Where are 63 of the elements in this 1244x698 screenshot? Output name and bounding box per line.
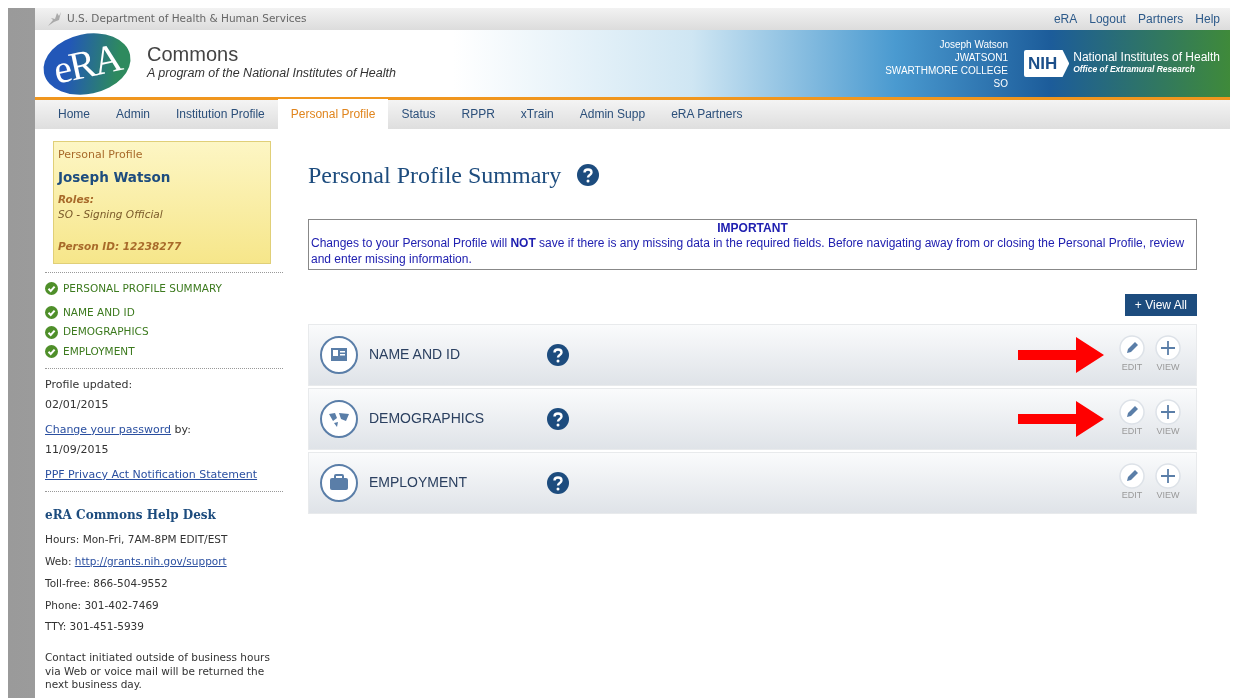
password-link[interactable]: Change your password bbox=[45, 422, 172, 436]
pencil-icon bbox=[1119, 398, 1145, 425]
pencil-icon bbox=[1119, 462, 1145, 489]
eagle-icon bbox=[45, 10, 63, 29]
user-info: JWATSON1 bbox=[953, 50, 1008, 64]
privacy-link[interactable]: PPF Privacy Act Notification Statement bbox=[45, 466, 258, 484]
nav-tab[interactable]: xTrain bbox=[507, 98, 567, 129]
header-link[interactable]: Help bbox=[1195, 12, 1220, 27]
nih-logo: NIH bbox=[1023, 49, 1070, 78]
user-name: Joseph Watson bbox=[58, 168, 172, 188]
notice-heading: IMPORTANT bbox=[716, 220, 789, 237]
sidebar-link[interactable]: DEMOGRAPHICS bbox=[63, 324, 149, 341]
plus-icon bbox=[1155, 398, 1181, 425]
sidebar-link[interactable]: EMPLOYMENT bbox=[63, 344, 135, 360]
briefcase-icon bbox=[319, 462, 359, 503]
office-name: Office of Extramural Research bbox=[1073, 63, 1196, 77]
person-id: Person ID: 12238277 bbox=[58, 239, 183, 255]
label-text: by: bbox=[174, 422, 191, 436]
nav-tab[interactable]: Status bbox=[388, 98, 449, 129]
nav-tab[interactable]: RPPR bbox=[448, 98, 508, 129]
section-title: EMPLOYMENT bbox=[369, 473, 468, 493]
agency-name: U.S. Department of Health & Human Services bbox=[67, 11, 307, 27]
web-link[interactable]: http://grants.nih.gov/support bbox=[74, 555, 227, 568]
contact-text: Toll-free: 866-504-9552 bbox=[45, 575, 169, 591]
help-icon[interactable] bbox=[547, 343, 569, 366]
plus-icon bbox=[1155, 334, 1181, 361]
agency-title: National Institutes of Health bbox=[1073, 50, 1220, 64]
page-title: Personal Profile Summary bbox=[308, 160, 562, 190]
card-heading: Personal Profile bbox=[58, 146, 144, 163]
section-title: DEMOGRAPHICS bbox=[369, 409, 486, 429]
help-desk-title: eRA Commons Help Desk bbox=[45, 507, 217, 525]
contact-text: Hours: Mon-Fri, 7AM-8PM EDIT/EST bbox=[45, 532, 229, 548]
user-info: Joseph Watson bbox=[938, 37, 1008, 51]
contact-text: TTY: 301-451-5939 bbox=[45, 619, 145, 635]
pencil-icon bbox=[1119, 334, 1145, 361]
help-icon[interactable] bbox=[577, 163, 600, 186]
plus-icon bbox=[1155, 462, 1181, 489]
sidebar-link[interactable]: NAME AND ID bbox=[63, 304, 135, 321]
roles-label: Roles: bbox=[58, 191, 95, 207]
label-text: Web: bbox=[45, 555, 72, 568]
notice-text: Changes to your Personal Profile will NOT save if there is any missing data in the required fields. Before navigating away from or closing the Personal Profile, review and enter missing information. bbox=[311, 236, 1186, 268]
role-text: SO - Signing Official bbox=[58, 207, 164, 223]
date-text: 11/09/2015 bbox=[45, 442, 110, 459]
user-info: SO bbox=[992, 76, 1008, 90]
help-icon[interactable] bbox=[547, 471, 569, 494]
profile-updated-label: Profile updated: bbox=[45, 376, 134, 393]
header-link[interactable]: Logout bbox=[1089, 12, 1126, 27]
date-text: 02/01/2015 bbox=[45, 397, 110, 414]
help-icon[interactable] bbox=[547, 407, 569, 430]
view-all-button[interactable]: + View All bbox=[1124, 293, 1197, 316]
nav-tab[interactable]: Admin Supp bbox=[566, 98, 659, 129]
nav-tab[interactable]: Institution Profile bbox=[163, 98, 278, 129]
id-card-icon bbox=[319, 334, 359, 375]
header-link[interactable]: eRA bbox=[1053, 12, 1078, 27]
nav-tab[interactable]: eRA Partners bbox=[658, 98, 756, 129]
section-title: NAME AND ID bbox=[369, 345, 461, 365]
sidebar-link[interactable]: PERSONAL PROFILE SUMMARY bbox=[63, 280, 222, 297]
header-link[interactable]: Partners bbox=[1137, 12, 1184, 27]
app-title: Commons bbox=[147, 44, 240, 65]
contact-text: Phone: 301-402-7469 bbox=[45, 597, 160, 613]
app-subtitle: A program of the National Institutes of Health bbox=[147, 65, 396, 83]
user-info: SWARTHMORE COLLEGE bbox=[885, 63, 1008, 77]
note-text: Contact initiated outside of business hours via Web or voice mail will be returned the next business day. bbox=[45, 651, 271, 692]
